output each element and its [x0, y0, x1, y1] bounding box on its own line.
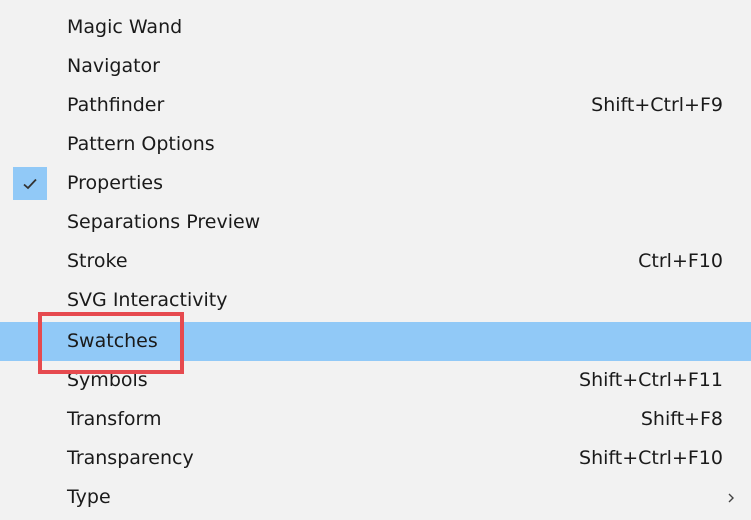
menu-item-swatches[interactable]: Swatches [0, 322, 751, 361]
menu-item-shortcut: Shift+Ctrl+F11 [579, 369, 723, 391]
menu-item-shortcut: Shift+Ctrl+F10 [579, 447, 723, 469]
chevron-right-icon [728, 493, 734, 503]
menu-item-label: SVG Interactivity [67, 289, 228, 311]
menu-item-type[interactable]: Type [0, 478, 751, 517]
menu-item-magic-wand[interactable]: Magic Wand [0, 8, 751, 47]
window-menu: Magic Wand Navigator Pathfinder Shift+Ct… [0, 0, 751, 520]
menu-item-label: Navigator [67, 55, 160, 77]
menu-item-shortcut: Ctrl+F10 [638, 250, 723, 272]
menu-item-navigator[interactable]: Navigator [0, 47, 751, 86]
menu-item-label: Transparency [67, 447, 194, 469]
menu-item-shortcut: Shift+F8 [640, 408, 723, 430]
menu-item-separations-preview[interactable]: Separations Preview [0, 203, 751, 242]
menu-item-label: Pattern Options [67, 133, 215, 155]
menu-item-transform[interactable]: Transform Shift+F8 [0, 400, 751, 439]
menu-item-shortcut: Shift+Ctrl+F9 [591, 94, 723, 116]
menu-item-pattern-options[interactable]: Pattern Options [0, 125, 751, 164]
menu-item-label: Swatches [67, 330, 158, 352]
menu-item-label: Pathfinder [67, 94, 165, 116]
checkmark-icon [23, 178, 37, 190]
menu-item-label: Separations Preview [67, 211, 261, 233]
menu-item-pathfinder[interactable]: Pathfinder Shift+Ctrl+F9 [0, 86, 751, 125]
menu-item-transparency[interactable]: Transparency Shift+Ctrl+F10 [0, 439, 751, 478]
menu-item-svg-interactivity[interactable]: SVG Interactivity [0, 281, 751, 320]
menu-item-symbols[interactable]: Symbols Shift+Ctrl+F11 [0, 361, 751, 400]
menu-item-label: Properties [67, 172, 164, 194]
menu-item-label: Transform [67, 408, 162, 430]
menu-item-label: Symbols [67, 369, 148, 391]
checkmark-box [13, 167, 47, 200]
menu-item-properties[interactable]: Properties [0, 164, 751, 203]
menu-item-stroke[interactable]: Stroke Ctrl+F10 [0, 242, 751, 281]
menu-item-label: Magic Wand [67, 16, 183, 38]
menu-item-label: Type [67, 486, 111, 508]
menu-item-label: Stroke [67, 250, 128, 272]
